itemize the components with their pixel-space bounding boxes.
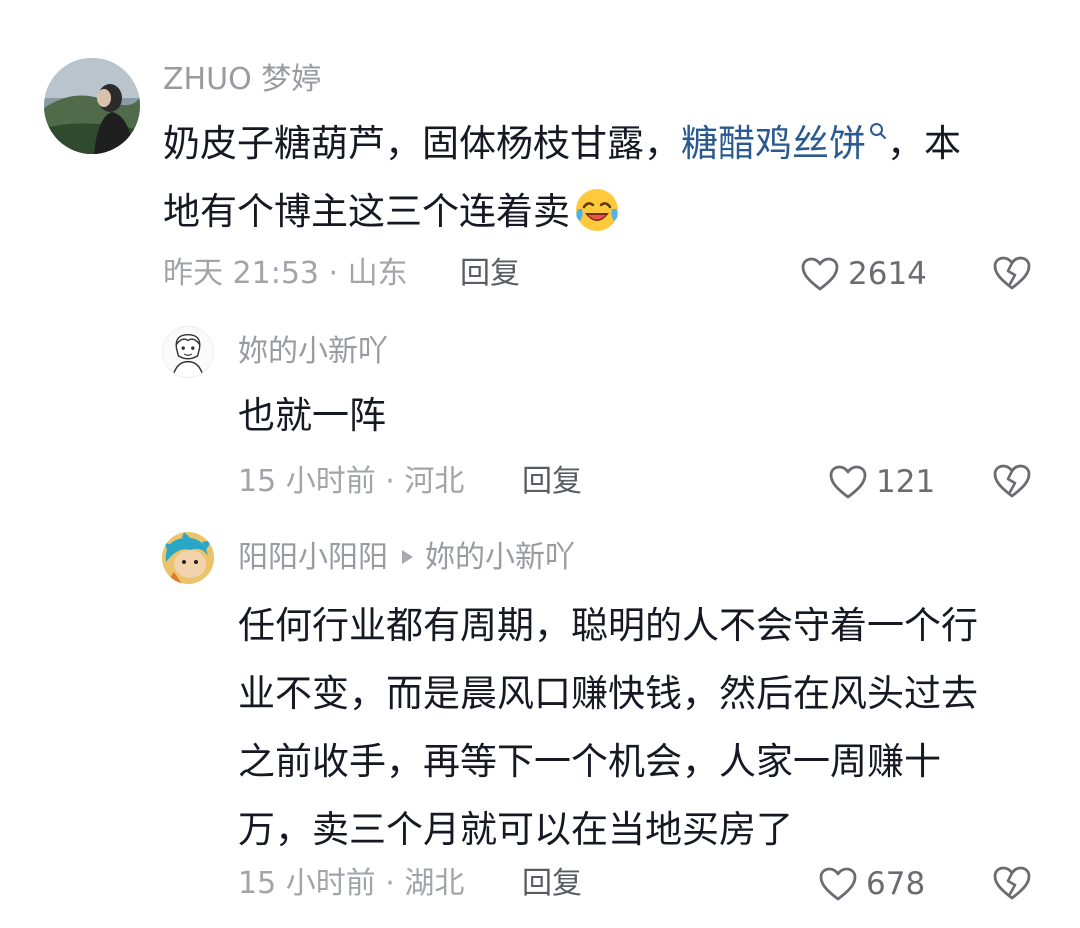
comment-username[interactable]: 妳的小新吖 xyxy=(238,332,388,372)
dislike-button[interactable] xyxy=(992,462,1032,500)
reply-target-username[interactable]: 妳的小新吖 xyxy=(425,540,575,575)
like-button[interactable]: 678 xyxy=(818,864,925,904)
search-link[interactable]: 糖醋鸡丝饼 xyxy=(681,122,866,165)
heart-outline-icon xyxy=(829,465,867,499)
comment-item: ZHUO 梦婷 奶皮子糖葫芦，固体杨枝甘露，糖醋鸡丝饼 ，本 地有个博主这三个连着… xyxy=(0,0,1080,320)
comment-text: 奶皮子糖葫芦，固体杨枝甘露，糖醋鸡丝饼 ，本 地有个博主这三个连着卖 xyxy=(163,110,1043,246)
reply-comment-item: 妳的小新吖 也就一阵 15 小时前 · 河北 回复 121 xyxy=(0,320,1080,520)
comment-username[interactable]: ZHUO 梦婷 xyxy=(163,60,321,100)
like-button[interactable]: 121 xyxy=(828,462,935,502)
comment-text-segment: 奶皮子糖葫芦，固体杨枝甘露， xyxy=(163,122,681,165)
heart-outline-icon xyxy=(801,257,839,291)
comment-text-line: 任何行业都有周期，聪明的人不会守着一个行 xyxy=(238,604,978,647)
broken-heart-icon xyxy=(993,866,1031,900)
avatar[interactable] xyxy=(44,58,140,154)
laughing-crying-emoji xyxy=(574,187,620,233)
avatar[interactable] xyxy=(162,326,214,378)
search-icon[interactable] xyxy=(869,94,887,162)
reply-comment-item: 阳阳小阳阳 妳的小新吖 任何行业都有周期，聪明的人不会守着一个行 业不变，而是晨风… xyxy=(0,520,1080,928)
dislike-button[interactable] xyxy=(992,864,1032,902)
comment-meta: 15 小时前 · 河北 xyxy=(238,464,465,499)
comment-username[interactable]: 阳阳小阳阳 xyxy=(238,540,388,575)
like-count: 678 xyxy=(866,866,926,902)
reply-button[interactable]: 回复 xyxy=(460,254,520,294)
comment-text-segment: 地有个博主这三个连着卖 xyxy=(163,190,570,233)
comment-meta: 15 小时前 · 湖北 xyxy=(238,866,465,901)
comment-text-segment: ，本 xyxy=(887,122,961,165)
reply-button[interactable]: 回复 xyxy=(522,864,582,904)
comment-text-line: 业不变，而是晨风口赚快钱，然后在风头过去 xyxy=(238,672,978,715)
broken-heart-icon xyxy=(993,256,1031,290)
comment-text: 也就一阵 xyxy=(238,394,386,437)
comment-username-with-reply-target: 阳阳小阳阳 妳的小新吖 xyxy=(238,538,575,578)
broken-heart-icon xyxy=(993,464,1031,498)
like-count: 121 xyxy=(876,464,936,500)
like-count: 2614 xyxy=(848,256,927,292)
comment-text-line: 万，卖三个月就可以在当地买房了 xyxy=(238,808,793,851)
comment-text: 任何行业都有周期，聪明的人不会守着一个行 业不变，而是晨风口赚快钱，然后在风头过… xyxy=(238,592,1058,864)
like-button[interactable]: 2614 xyxy=(800,254,927,294)
comment-text-line: 之前收手，再等下一个机会，人家一周赚十 xyxy=(238,740,941,783)
comment-meta: 昨天 21:53 · 山东 xyxy=(163,256,408,291)
avatar[interactable] xyxy=(162,532,214,584)
dislike-button[interactable] xyxy=(992,254,1032,292)
reply-arrow-icon xyxy=(402,550,413,564)
reply-button[interactable]: 回复 xyxy=(522,462,582,502)
heart-outline-icon xyxy=(819,867,857,901)
